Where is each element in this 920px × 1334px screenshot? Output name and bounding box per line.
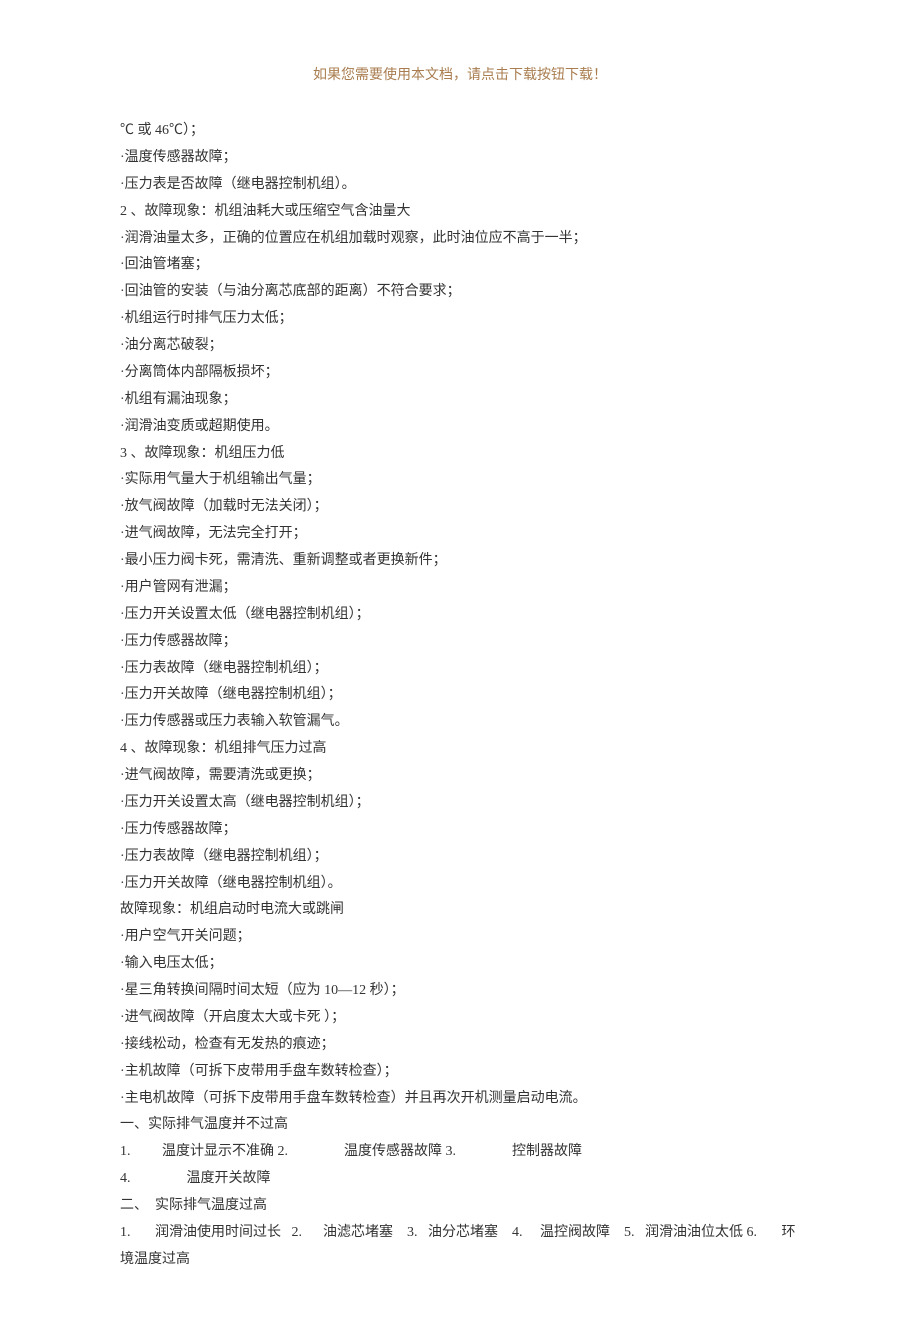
text-line: ·压力表故障（继电器控制机组）； (120, 844, 800, 871)
text-line: ·输入电压太低； (120, 951, 800, 978)
text-line: ·压力表是否故障（继电器控制机组）。 (120, 172, 800, 199)
text-line: ·进气阀故障（开启度太大或卡死 ）； (120, 1005, 800, 1032)
text-line: ·接线松动，检查有无发热的痕迹； (120, 1032, 800, 1059)
text-line: ·压力开关设置太低（继电器控制机组）； (120, 602, 800, 629)
text-line: ·压力开关设置太高（继电器控制机组）； (120, 790, 800, 817)
text-line: ·压力表故障（继电器控制机组）； (120, 656, 800, 683)
text-line: ·星三角转换间隔时间太短（应为 10—12 秒）； (120, 978, 800, 1005)
text-line: ℃ 或 46℃）； (120, 118, 800, 145)
text-line: 二、 实际排气温度过高 (120, 1193, 800, 1220)
text-line: ·进气阀故障，无法完全打开； (120, 521, 800, 548)
text-line: ·机组运行时排气压力太低； (120, 306, 800, 333)
text-line: ·压力传感器或压力表输入软管漏气。 (120, 709, 800, 736)
text-line: ·压力开关故障（继电器控制机组）。 (120, 871, 800, 898)
text-line: ·实际用气量大于机组输出气量； (120, 467, 800, 494)
text-line: 3 、故障现象：机组压力低 (120, 441, 800, 468)
text-line: 2 、故障现象：机组油耗大或压缩空气含油量大 (120, 199, 800, 226)
document-page: 如果您需要使用本文档，请点击下载按钮下载！ ℃ 或 46℃）；·温度传感器故障；… (0, 0, 920, 1334)
text-line: ·进气阀故障，需要清洗或更换； (120, 763, 800, 790)
text-line: ·主机故障（可拆下皮带用手盘车数转检查）； (120, 1059, 800, 1086)
text-line: ·压力传感器故障； (120, 817, 800, 844)
text-line: 一、实际排气温度并不过高 (120, 1112, 800, 1139)
text-line: ·主电机故障（可拆下皮带用手盘车数转检查）并且再次开机测量启动电流。 (120, 1086, 800, 1113)
text-line: ·放气阀故障（加载时无法关闭）； (120, 494, 800, 521)
text-line: ·润滑油量太多，正确的位置应在机组加载时观察，此时油位应不高于一半； (120, 226, 800, 253)
text-line: ·最小压力阀卡死，需清洗、重新调整或者更换新件； (120, 548, 800, 575)
text-line: ·分离筒体内部隔板损坏； (120, 360, 800, 387)
document-header: 如果您需要使用本文档，请点击下载按钮下载！ (120, 64, 800, 84)
text-line: ·回油管堵塞； (120, 252, 800, 279)
text-line: ·用户管网有泄漏； (120, 575, 800, 602)
text-line: ·润滑油变质或超期使用。 (120, 414, 800, 441)
text-line: ·压力传感器故障； (120, 629, 800, 656)
text-line: ·压力开关故障（继电器控制机组）； (120, 682, 800, 709)
text-line: ·用户空气开关问题； (120, 924, 800, 951)
text-line: 4. 温度开关故障 (120, 1166, 800, 1193)
text-line: 1. 温度计显示不准确 2. 温度传感器故障 3. 控制器故障 (120, 1139, 800, 1166)
document-body: ℃ 或 46℃）；·温度传感器故障；·压力表是否故障（继电器控制机组）。2 、故… (120, 118, 800, 1274)
text-line: ·回油管的安装（与油分离芯底部的距离）不符合要求； (120, 279, 800, 306)
text-line: 4 、故障现象：机组排气压力过高 (120, 736, 800, 763)
text-line: 1. 润滑油使用时间过长 2. 油滤芯堵塞 3. 油分芯堵塞 4. 温控阀故障 … (120, 1220, 800, 1274)
text-line: 故障现象：机组启动时电流大或跳闸 (120, 897, 800, 924)
text-line: ·温度传感器故障； (120, 145, 800, 172)
text-line: ·油分离芯破裂； (120, 333, 800, 360)
text-line: ·机组有漏油现象； (120, 387, 800, 414)
